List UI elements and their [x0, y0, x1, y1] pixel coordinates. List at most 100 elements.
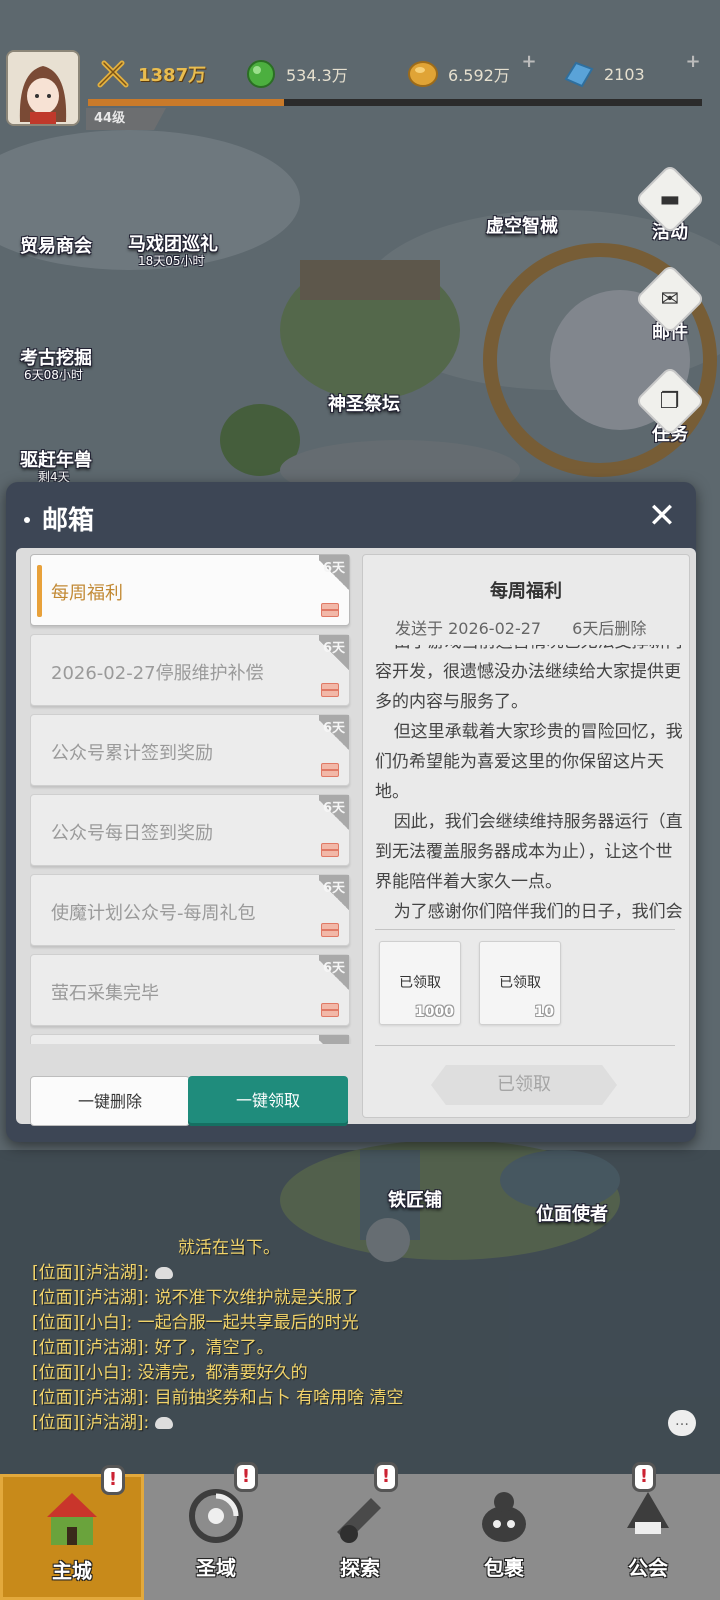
nav-bag[interactable]: 包裹	[432, 1474, 576, 1600]
detail-title: 每周福利	[490, 581, 562, 602]
gift-icon	[321, 1003, 339, 1017]
chat-line: [位面][泸沽湖]: 目前抽奖券和占卜 有啥用啥 清空	[32, 1386, 672, 1411]
xp-bar-fill	[88, 99, 285, 106]
chat-icon: ▬	[659, 186, 681, 212]
chat-line: [位面][小白]: 没清完，都清要好久的	[32, 1361, 672, 1386]
diamond-add-button[interactable]: +	[680, 50, 706, 74]
nav-label: 探索	[340, 1556, 380, 1580]
selected-indicator	[37, 565, 42, 617]
chat-text: 没清完，都清要好久的	[137, 1363, 308, 1383]
reward-quantity: 1000	[415, 1004, 454, 1020]
blue-crystal-icon	[564, 61, 594, 88]
chat-text: 就活在当下。	[178, 1238, 280, 1258]
emoji-icon	[154, 1417, 173, 1429]
building-void-mech[interactable]: 虚空智械	[486, 212, 558, 238]
crossed-swords-icon	[97, 60, 129, 88]
alert-badge-icon: !	[101, 1465, 125, 1495]
chat-text: 好了，清空了。	[154, 1338, 274, 1358]
chat-log[interactable]: 就活在当下。 [位面][泸沽湖]: [位面][泸沽湖]: 说不准下次维护就是关服…	[32, 1236, 672, 1436]
mail-item[interactable]: 公众号每日签到奖励 6天	[30, 794, 350, 866]
mail-item-title: 公众号累计签到奖励	[51, 743, 213, 764]
reward-status: 已领取	[499, 975, 541, 991]
nav-label: 主城	[52, 1559, 92, 1583]
reward-item[interactable]: 已领取 1000	[379, 941, 461, 1025]
mail-item-days: 6天	[322, 561, 345, 576]
divider	[375, 1045, 675, 1046]
player-level: 44级	[86, 108, 166, 130]
nav-label: 公会	[628, 1556, 668, 1580]
detail-body[interactable]: 由于游戏当前运营情况已无法支撑新内容开发，很遗憾没办法继续给大家提供更多的内容与…	[375, 645, 685, 929]
nav-explore[interactable]: 探索 !	[288, 1462, 432, 1600]
chat-channel: [位面][小白]:	[32, 1313, 133, 1333]
claimed-button[interactable]: 已领取	[431, 1065, 617, 1105]
alert-badge-icon: !	[374, 1462, 398, 1492]
bag-icon	[482, 1492, 526, 1542]
power-value: 1387万	[138, 65, 207, 86]
nav-sanctuary[interactable]: 圣域 !	[144, 1462, 288, 1600]
nav-label: 圣域	[196, 1556, 236, 1580]
green-gem-resource: 534.3万	[244, 54, 348, 94]
detail-expire: 6天后删除	[572, 619, 647, 638]
mail-item-days: 6天	[322, 881, 345, 896]
green-gem-value: 534.3万	[286, 66, 348, 85]
chat-channel: [位面][泸沽湖]:	[32, 1388, 150, 1408]
alert-badge-icon: !	[632, 1462, 656, 1492]
mail-item[interactable]: 萤石采集完毕 6天	[30, 954, 350, 1026]
close-icon[interactable]: ✕	[644, 498, 680, 534]
nav-guild[interactable]: 公会 !	[576, 1462, 720, 1600]
mail-item[interactable]: 每周福利 6天	[30, 554, 350, 626]
delete-all-button[interactable]: 一键删除	[30, 1076, 190, 1126]
building-blacksmith[interactable]: 铁匠铺	[388, 1186, 442, 1212]
mailbox-panel: 每周福利 6天 2026-02-27停服维护补偿 6天 公众号累计签到奖励 6天	[16, 548, 696, 1126]
mail-item[interactable]: 公众号累计签到奖励 6天	[30, 714, 350, 786]
mail-item-days: 6天	[322, 801, 345, 816]
mail-item-title: 使魔计划公众号-每周礼包	[51, 903, 256, 924]
side-button-mail[interactable]: ✉ 邮件	[634, 263, 706, 358]
chat-channel: [位面][泸沽湖]:	[32, 1288, 150, 1308]
claim-all-button[interactable]: 一键领取	[188, 1076, 348, 1126]
gift-icon	[321, 683, 339, 697]
chat-line: [位面][泸沽湖]: 说不准下次维护就是关服了	[32, 1286, 672, 1311]
gold-resource: 6.592万	[406, 54, 510, 94]
building-holy-altar[interactable]: 神圣祭坛	[328, 390, 400, 416]
mail-item-title: 萤石采集完毕	[51, 983, 159, 1004]
player-avatar[interactable]	[6, 50, 80, 126]
side-button-activity[interactable]: ▬ 活动	[634, 163, 706, 258]
gift-icon	[321, 763, 339, 777]
circus-timer: 18天05小时	[138, 254, 205, 268]
mail-item-partial[interactable]	[30, 1034, 350, 1044]
green-orb-icon	[247, 60, 275, 88]
mail-list[interactable]: 每周福利 6天 2026-02-27停服维护补偿 6天 公众号累计签到奖励 6天	[30, 554, 354, 1044]
mail-item-days: 6天	[322, 721, 345, 736]
gold-add-button[interactable]: +	[516, 50, 542, 74]
nav-main-city[interactable]: 主城 !	[0, 1465, 144, 1600]
chat-bubble-icon[interactable]: …	[668, 1410, 696, 1436]
building-trade-guild[interactable]: 贸易商会	[20, 232, 92, 258]
mail-detail: 每周福利 发送于 2026-02-27 6天后删除 由于游戏当前运营情况已无法支…	[362, 554, 690, 1118]
nav-label: 包裹	[484, 1556, 524, 1580]
chat-text: 一起合服一起共享最后的时光	[137, 1313, 359, 1333]
side-button-task[interactable]: ❐ 任务	[634, 365, 706, 460]
chat-channel: [位面][泸沽湖]:	[32, 1413, 150, 1433]
reward-quantity: 10	[534, 1004, 554, 1020]
detail-paragraph: 但这里承载着大家珍贵的冒险回忆，我们仍希望能为喜爱这里的你保留这片天地。	[375, 722, 683, 802]
detail-paragraph: 因此，我们会继续维持服务器运行（直到无法覆盖服务器成本为止），让这个世界能陪伴着…	[375, 812, 683, 892]
mailbox-title-text: 邮箱	[42, 506, 95, 536]
gift-icon	[321, 923, 339, 937]
reward-item[interactable]: 已领取 10	[479, 941, 561, 1025]
mail-item-days: 6天	[322, 641, 345, 656]
mail-item[interactable]: 2026-02-27停服维护补偿 6天	[30, 634, 350, 706]
building-plane-envoy[interactable]: 位面使者	[536, 1200, 608, 1226]
power-display: 1387万	[96, 54, 206, 94]
archaeology-timer: 6天08小时	[24, 368, 83, 382]
mail-item-title: 每周福利	[51, 583, 123, 604]
diamond-resource: 2103	[562, 54, 645, 94]
mail-item[interactable]: 使魔计划公众号-每周礼包 6天	[30, 874, 350, 946]
chat-line: [位面][小白]: 一起合服一起共享最后的时光	[32, 1311, 672, 1336]
detail-meta: 发送于 2026-02-27 6天后删除	[395, 615, 672, 639]
diamond-value: 2103	[604, 64, 645, 84]
mail-item-days: 6天	[322, 961, 345, 976]
chat-line: 就活在当下。	[32, 1236, 672, 1261]
chat-text: 说不准下次维护就是关服了	[154, 1288, 359, 1308]
detail-paragraph: 为了感谢你们陪伴我们的日子，我们会	[393, 902, 683, 922]
